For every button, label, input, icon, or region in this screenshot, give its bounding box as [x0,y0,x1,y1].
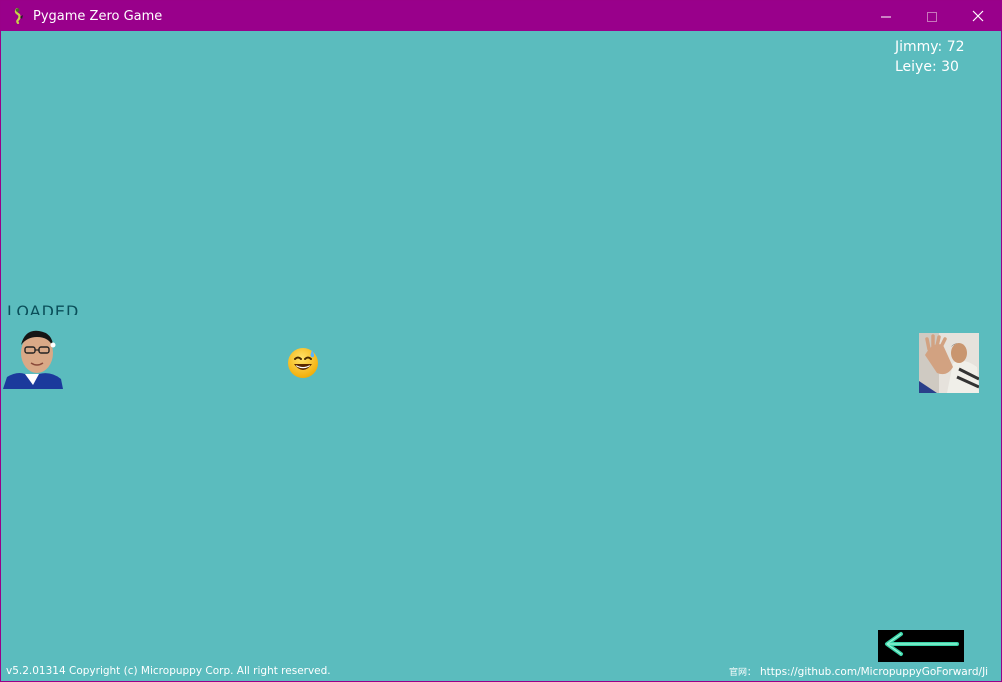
game-window: Pygame Zero Game Jimmy: 72 Leiye: 30 LOA… [0,0,1002,682]
score-leiye: Leiye: 30 [895,59,959,75]
left-arrow-icon [881,631,961,661]
game-canvas[interactable]: Jimmy: 72 Leiye: 30 LOADED v5.2.01314 Co… [1,31,1001,681]
window-title: Pygame Zero Game [33,8,163,24]
score-jimmy: Jimmy: 72 [895,39,965,55]
close-button[interactable] [955,1,1001,31]
window-controls [863,1,1001,31]
copyright-footer: v5.2.01314 Copyright (c) Micropuppy Corp… [6,665,331,677]
maximize-button[interactable] [909,1,955,31]
loaded-status-label: LOADED [7,302,80,315]
scoreboard: Jimmy: 72 Leiye: 30 [895,37,965,77]
left-player-paddle [3,327,63,389]
website-footer: 官网： https://github.com/MicropuppyGoForwar… [729,665,1001,678]
website-link[interactable]: https://github.com/MicropuppyGoForward/J… [760,666,988,678]
back-button[interactable] [878,630,964,662]
minimize-icon [881,7,891,26]
close-icon [972,7,984,26]
pygame-snake-icon [11,7,27,25]
right-player-paddle [919,333,979,393]
grinning-sweat-emoji-icon [287,347,319,379]
minimize-button[interactable] [863,1,909,31]
title-bar[interactable]: Pygame Zero Game [1,1,1001,31]
maximize-icon [927,7,937,26]
website-label: 官网： [729,668,757,678]
